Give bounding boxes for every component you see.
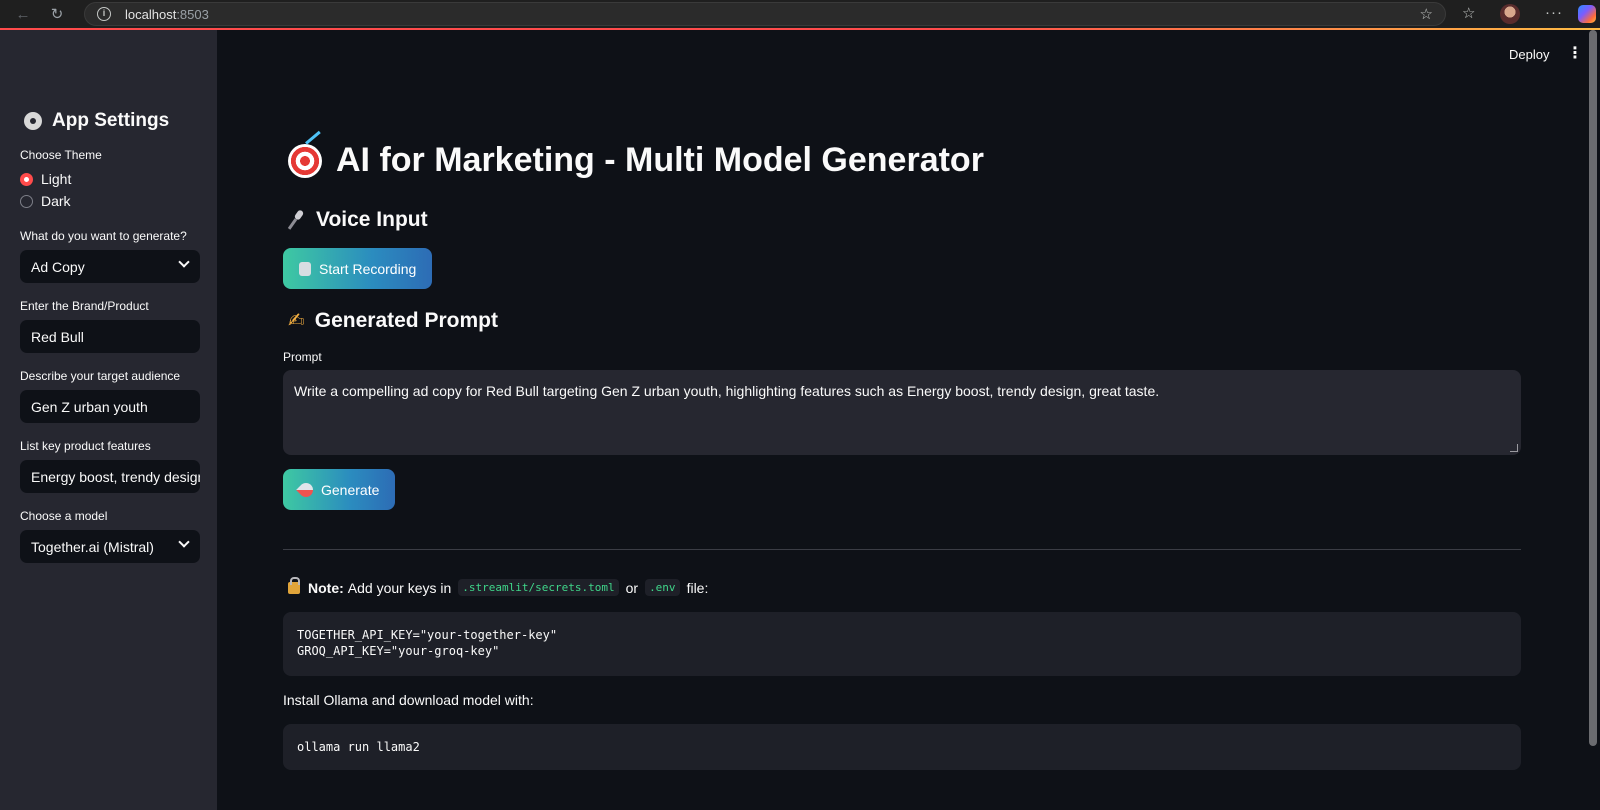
- lock-key-icon: [288, 576, 300, 594]
- resize-handle-icon[interactable]: [1510, 444, 1518, 452]
- prompt-text: Write a compelling ad copy for Red Bull …: [294, 383, 1160, 399]
- chevron-down-icon: [178, 536, 190, 548]
- writing-hand-icon: ✍: [288, 310, 305, 332]
- audience-input[interactable]: Gen Z urban youth: [20, 390, 200, 423]
- copilot-icon[interactable]: [1578, 5, 1596, 23]
- brand-label: Enter the Brand/Product: [20, 299, 149, 313]
- note-text: Add your keys in: [347, 579, 452, 596]
- microphone-icon: [288, 210, 306, 230]
- url-port: :8503: [176, 6, 209, 22]
- prompt-heading: ✍ Generated Prompt: [288, 308, 498, 333]
- audience-label: Describe your target audience: [20, 369, 181, 383]
- gear-icon: [24, 112, 42, 130]
- radio-selected-icon[interactable]: [20, 172, 33, 186]
- more-menu-icon[interactable]: ···: [1545, 4, 1563, 21]
- page-title-text: AI for Marketing - Multi Model Generator: [336, 141, 984, 179]
- start-recording-label: Start Recording: [319, 260, 417, 277]
- browser-toolbar: ← ↻ i localhost:8503 ☆ ☆ ···: [0, 0, 1600, 28]
- generate-button[interactable]: Generate: [283, 469, 396, 510]
- model-value: Together.ai (Mistral): [31, 538, 154, 555]
- theme-option-label: Dark: [41, 193, 71, 209]
- brand-input[interactable]: Red Bull: [20, 320, 200, 353]
- audience-value: Gen Z urban youth: [31, 398, 148, 415]
- reload-icon[interactable]: ↻: [44, 1, 70, 27]
- ollama-instruction: Install Ollama and download model with:: [283, 692, 534, 708]
- api-keys-code-block: TOGETHER_API_KEY="your-together-key" GRO…: [283, 612, 1521, 676]
- scrollbar[interactable]: [1589, 30, 1597, 746]
- favorites-icon[interactable]: ☆: [1462, 4, 1475, 22]
- generate-type-value: Ad Copy: [31, 258, 85, 275]
- sidebar-title: App Settings: [24, 110, 169, 132]
- secrets-path-code: .streamlit/secrets.toml: [458, 579, 619, 596]
- features-input[interactable]: Energy boost, trendy design,: [20, 460, 200, 493]
- profile-avatar[interactable]: [1500, 4, 1520, 24]
- sidebar-title-text: App Settings: [52, 110, 170, 131]
- start-recording-button[interactable]: Start Recording: [283, 248, 433, 289]
- features-label: List key product features: [20, 439, 151, 453]
- site-info-icon[interactable]: i: [97, 7, 111, 21]
- bookmark-star-icon[interactable]: ☆: [1420, 5, 1433, 23]
- ollama-code-block: ollama run llama2: [283, 724, 1521, 770]
- page-title: AI for Marketing - Multi Model Generator: [288, 141, 984, 180]
- url-text: localhost:8503: [125, 7, 209, 22]
- sidebar: App Settings Choose Theme Light Dark Wha…: [0, 30, 217, 810]
- microphone-icon: [299, 261, 311, 276]
- divider: [283, 549, 1521, 550]
- prompt-heading-text: Generated Prompt: [314, 308, 498, 332]
- theme-option-label: Light: [41, 171, 72, 187]
- address-bar[interactable]: i localhost:8503 ☆: [84, 2, 1446, 26]
- note-bold: Note:: [308, 579, 344, 596]
- url-host: localhost: [125, 6, 177, 22]
- deploy-button[interactable]: Deploy: [1509, 47, 1549, 62]
- features-value: Energy boost, trendy design,: [31, 468, 200, 485]
- main-menu-icon[interactable]: ⋮: [1567, 46, 1583, 62]
- voice-heading: Voice Input: [288, 208, 428, 232]
- theme-label: Choose Theme: [20, 148, 102, 162]
- back-arrow-icon[interactable]: ←: [10, 1, 36, 27]
- voice-heading-text: Voice Input: [316, 208, 428, 231]
- generate-type-label: What do you want to generate?: [20, 229, 187, 243]
- target-dart-icon: [288, 143, 322, 178]
- radio-unselected-icon[interactable]: [20, 194, 33, 208]
- prompt-label: Prompt: [283, 350, 322, 364]
- env-file-code: .env: [645, 579, 680, 596]
- theme-option-light[interactable]: Light: [20, 171, 71, 187]
- prompt-textarea[interactable]: Write a compelling ad copy for Red Bull …: [283, 370, 1521, 455]
- theme-option-dark[interactable]: Dark: [20, 193, 71, 209]
- rocket-icon: [296, 479, 316, 500]
- brand-value: Red Bull: [31, 328, 84, 345]
- keys-note: Note: Add your keys in .streamlit/secret…: [288, 576, 709, 596]
- generate-type-select[interactable]: Ad Copy: [20, 250, 200, 283]
- model-label: Choose a model: [20, 509, 108, 523]
- note-or: or: [625, 579, 639, 596]
- model-select[interactable]: Together.ai (Mistral): [20, 530, 200, 563]
- generate-label: Generate: [321, 481, 380, 498]
- note-text-end: file:: [686, 579, 709, 596]
- chevron-down-icon: [178, 256, 190, 268]
